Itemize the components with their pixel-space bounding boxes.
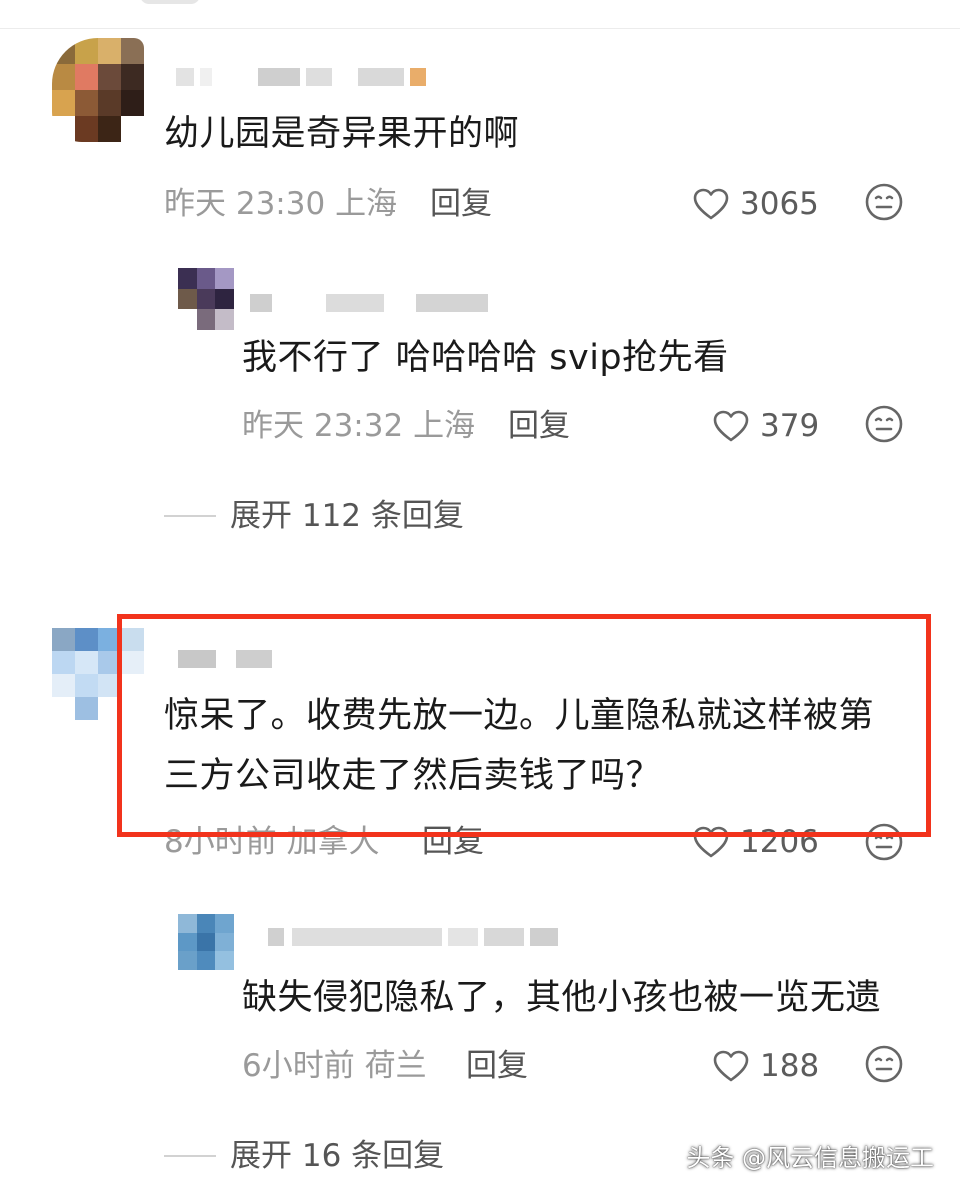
username-blurred[interactable]	[250, 290, 488, 316]
comment-time: 昨天 23:32	[242, 408, 404, 444]
comment-location: 上海	[335, 186, 398, 222]
comment-text: 缺失侵犯隐私了，其他小孩也被一览无遗	[242, 978, 882, 1018]
watermark: 头条 @风云信息搬运工	[686, 1144, 934, 1172]
comment-meta: 6小时前 荷兰	[242, 1046, 427, 1086]
comment-location: 上海	[413, 408, 476, 444]
avatar[interactable]	[178, 914, 234, 970]
username-blurred[interactable]	[176, 64, 426, 90]
heart-outline-icon	[712, 409, 750, 443]
like-count: 379	[760, 408, 820, 444]
username-blurred[interactable]	[268, 924, 558, 950]
emoji-face-icon[interactable]	[864, 182, 904, 222]
reply-button[interactable]: 回复	[466, 1046, 528, 1086]
comment-location: 荷兰	[364, 1048, 427, 1084]
divider	[164, 1155, 216, 1157]
avatar[interactable]	[178, 268, 234, 330]
expand-replies-label: 展开 112 条回复	[230, 498, 464, 534]
red-highlight-box	[117, 614, 931, 837]
emoji-face-icon[interactable]	[864, 404, 904, 444]
comment-text: 我不行了 哈哈哈哈 svip抢先看	[242, 338, 729, 378]
reply-button[interactable]: 回复	[430, 184, 492, 224]
heart-outline-icon	[692, 187, 730, 221]
comment-text: 幼儿园是奇异果开的啊	[164, 114, 520, 154]
emoji-face-icon[interactable]	[864, 1044, 904, 1084]
comment-meta: 昨天 23:30 上海	[164, 184, 397, 224]
expand-replies-button[interactable]: 展开 16 条回复	[164, 1136, 444, 1176]
avatar[interactable]	[52, 38, 144, 142]
like-count: 3065	[740, 186, 819, 222]
like-button[interactable]: 188	[712, 1046, 819, 1086]
divider	[164, 515, 216, 517]
comment-time: 6小时前	[242, 1048, 355, 1084]
top-blurred-element	[140, 0, 200, 4]
expand-replies-button[interactable]: 展开 112 条回复	[164, 496, 464, 536]
heart-outline-icon	[712, 1049, 750, 1083]
like-button[interactable]: 379	[712, 406, 819, 446]
comment-time: 昨天 23:30	[164, 186, 326, 222]
comment-meta: 昨天 23:32 上海	[242, 406, 475, 446]
expand-replies-label: 展开 16 条回复	[230, 1138, 445, 1174]
like-count: 188	[760, 1048, 820, 1084]
divider	[0, 28, 960, 29]
reply-button[interactable]: 回复	[508, 406, 570, 446]
like-button[interactable]: 3065	[692, 184, 819, 224]
